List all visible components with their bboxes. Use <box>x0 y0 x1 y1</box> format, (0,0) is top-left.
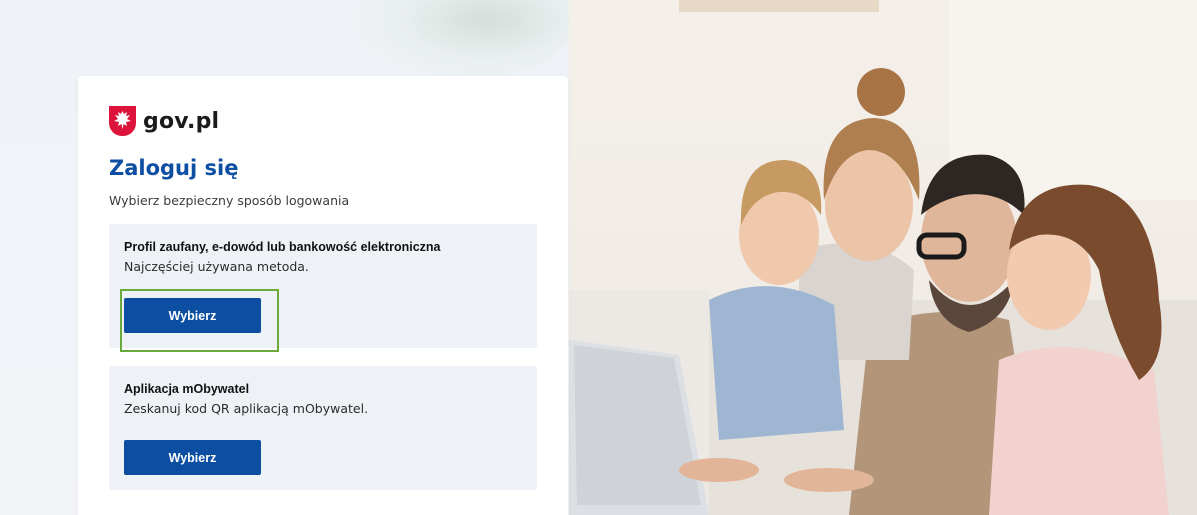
login-option-profil-zaufany: Profil zaufany, e-dowód lub bankowość el… <box>109 224 537 348</box>
select-mobywatel-button[interactable]: Wybierz <box>124 440 261 475</box>
login-card: gov.pl Zaloguj się Wybierz bezpieczny sp… <box>78 76 568 515</box>
logo-text: gov.pl <box>143 108 220 134</box>
option-title: Profil zaufany, e-dowód lub bankowość el… <box>124 240 441 254</box>
background-flower-decoration <box>355 0 575 80</box>
page-title: Zaloguj się <box>109 156 239 180</box>
family-photo-illustration <box>569 0 1197 515</box>
option-description: Najczęściej używana metoda. <box>124 259 309 274</box>
family-photo <box>569 0 1197 515</box>
login-page: gov.pl Zaloguj się Wybierz bezpieczny sp… <box>0 0 1197 515</box>
login-option-mobywatel: Aplikacja mObywatel Zeskanuj kod QR apli… <box>109 366 537 490</box>
select-profil-zaufany-button[interactable]: Wybierz <box>124 298 261 333</box>
polish-eagle-emblem-icon <box>109 106 136 136</box>
option-description: Zeskanuj kod QR aplikacją mObywatel. <box>124 401 369 416</box>
gov-pl-logo[interactable]: gov.pl <box>109 106 219 136</box>
page-subtitle: Wybierz bezpieczny sposób logowania <box>109 193 350 208</box>
option-title: Aplikacja mObywatel <box>124 382 250 396</box>
